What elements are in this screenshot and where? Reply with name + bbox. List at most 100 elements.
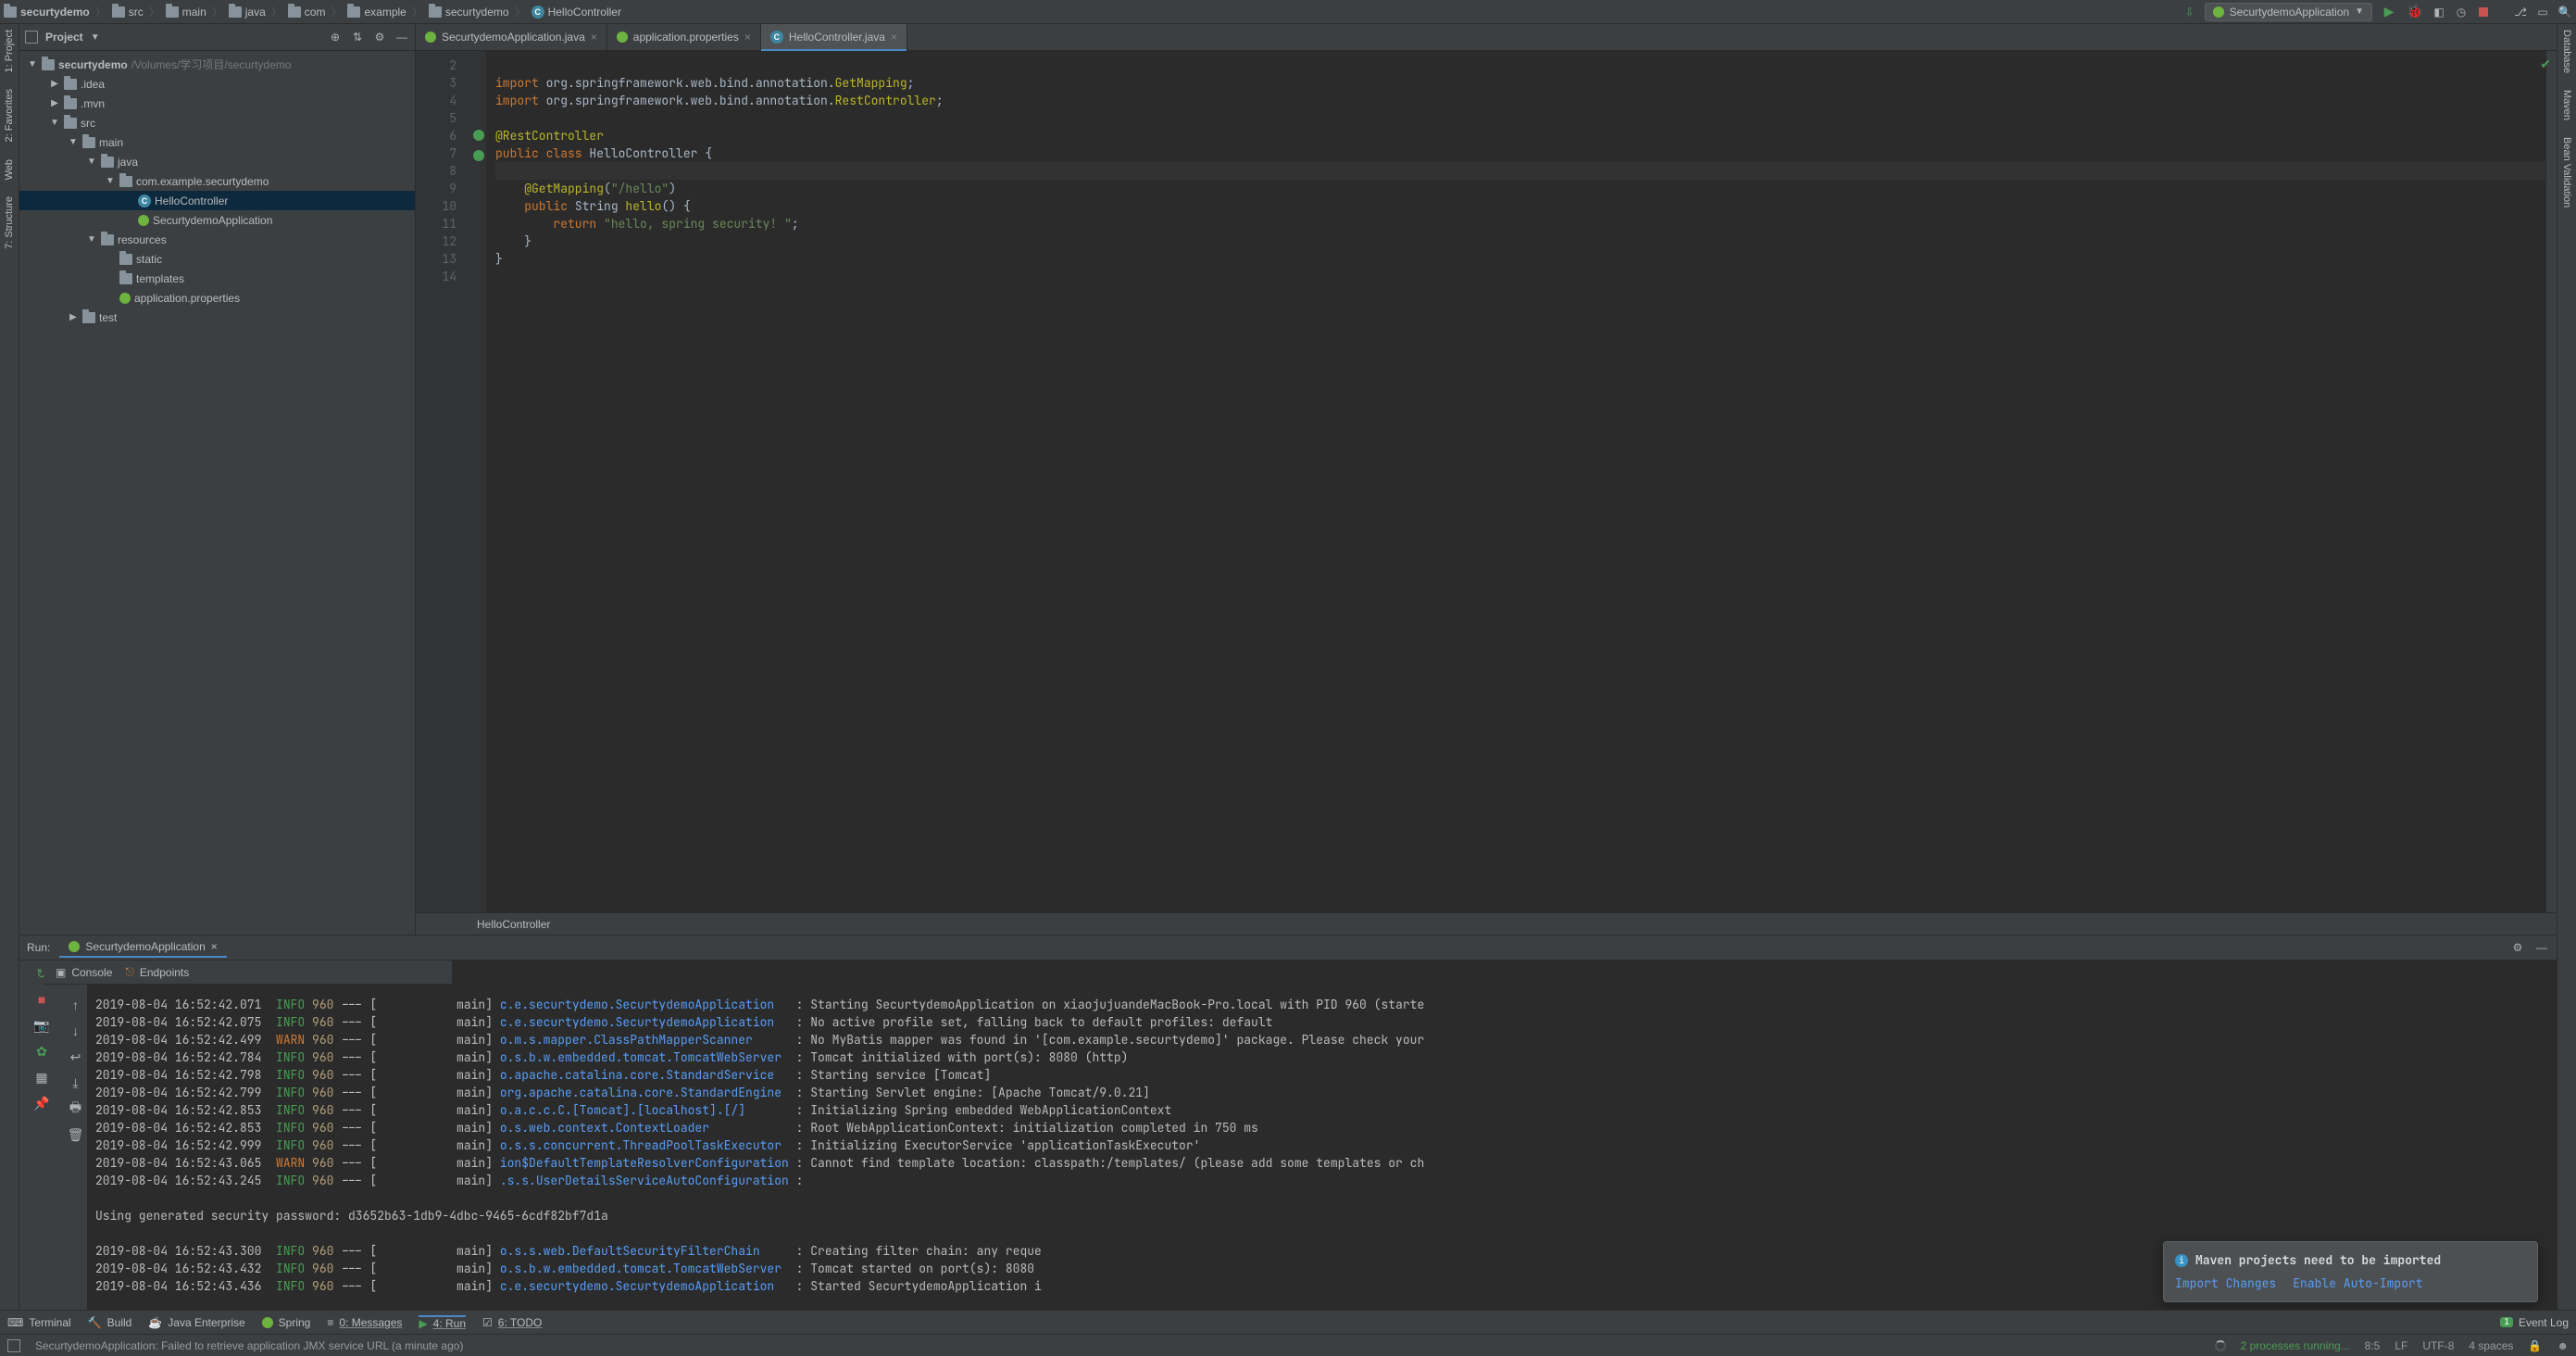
stop-icon[interactable] bbox=[2476, 5, 2491, 19]
up-icon[interactable]: ↑ bbox=[67, 996, 85, 1014]
hide-icon[interactable]: — bbox=[394, 30, 409, 44]
window-icon[interactable]: ▭ bbox=[2535, 5, 2550, 19]
hector-icon[interactable]: ☻ bbox=[2557, 1339, 2569, 1352]
run-tool-button[interactable]: ▶4: Run bbox=[419, 1315, 466, 1330]
close-icon[interactable]: × bbox=[891, 31, 897, 44]
close-icon[interactable]: × bbox=[211, 940, 218, 953]
caret-position[interactable]: 8:5 bbox=[2365, 1339, 2381, 1352]
tool-strip-button[interactable]: Database bbox=[2561, 30, 2572, 73]
breadcrumb-item[interactable]: CHelloController bbox=[531, 6, 621, 19]
tree-row[interactable]: C HelloController bbox=[19, 191, 415, 210]
line-separator[interactable]: LF bbox=[2395, 1339, 2407, 1352]
locate-icon[interactable]: ⊕ bbox=[328, 30, 343, 44]
tree-row[interactable]: SecurtydemoApplication bbox=[19, 210, 415, 230]
print-icon[interactable]: 🖶 bbox=[67, 1099, 85, 1118]
todo-tool-button[interactable]: ☑6: TODO bbox=[482, 1316, 542, 1329]
breadcrumb[interactable]: securtydemo〉src〉main〉java〉com〉example〉se… bbox=[4, 4, 2182, 19]
run-config-combo[interactable]: SecurtydemoApplication ▼ bbox=[2205, 3, 2372, 21]
editor-tab[interactable]: SecurtydemoApplication.java× bbox=[416, 24, 607, 50]
tool-strip-button[interactable]: Maven bbox=[2561, 90, 2572, 120]
run-icon[interactable]: ▶ bbox=[2380, 3, 2398, 21]
tree-row[interactable]: templates bbox=[19, 269, 415, 288]
tool-strip-button[interactable]: 1: Project bbox=[4, 30, 15, 72]
tree-row[interactable]: ▼ src bbox=[19, 113, 415, 132]
javaee-tool-button[interactable]: ☕Java Enterprise bbox=[148, 1316, 244, 1329]
tree-arrow-icon[interactable]: ▶ bbox=[49, 98, 60, 108]
tree-row[interactable]: static bbox=[19, 249, 415, 269]
close-icon[interactable]: × bbox=[744, 31, 751, 44]
tree-row[interactable]: ▶ test bbox=[19, 308, 415, 327]
file-encoding[interactable]: UTF-8 bbox=[2422, 1339, 2454, 1352]
tree-row[interactable]: ▶ .mvn bbox=[19, 94, 415, 113]
tree-arrow-icon[interactable]: ▶ bbox=[68, 312, 79, 322]
tool-strip-button[interactable]: 7: Structure bbox=[4, 196, 15, 249]
tree-arrow-icon[interactable]: ▼ bbox=[68, 137, 79, 147]
project-title[interactable]: Project ▼ bbox=[45, 31, 100, 44]
stop-icon[interactable]: ■ bbox=[32, 990, 51, 1009]
tool-windows-icon[interactable] bbox=[7, 1339, 20, 1352]
tree-arrow-icon[interactable]: ▼ bbox=[86, 157, 97, 167]
debug-icon[interactable]: 🐞 bbox=[2406, 3, 2424, 21]
gear-icon[interactable]: ⚙ bbox=[372, 30, 387, 44]
run-gutter-icon[interactable] bbox=[473, 130, 484, 141]
tree-row[interactable]: application.properties bbox=[19, 288, 415, 308]
scroll-icon[interactable]: ⤓ bbox=[67, 1074, 85, 1092]
spring-tool-button[interactable]: Spring bbox=[262, 1316, 311, 1329]
close-icon[interactable]: × bbox=[591, 31, 597, 44]
breadcrumb-item[interactable]: securtydemo bbox=[429, 6, 509, 19]
breadcrumb-item[interactable]: src bbox=[112, 6, 144, 19]
run-gutter-icon[interactable] bbox=[473, 150, 484, 161]
lock-icon[interactable]: 🔒 bbox=[2528, 1339, 2542, 1352]
breadcrumb-item[interactable]: java bbox=[229, 6, 266, 19]
code-editor[interactable]: import org.springframework.web.bind.anno… bbox=[486, 51, 2545, 912]
down-icon[interactable]: ↓ bbox=[67, 1022, 85, 1040]
search-icon[interactable]: 🔍 bbox=[2557, 5, 2572, 19]
hide-icon[interactable]: — bbox=[2534, 940, 2549, 955]
tool-strip-button[interactable]: 2: Favorites bbox=[4, 89, 15, 142]
profile-icon[interactable]: ◷ bbox=[2454, 5, 2469, 19]
gear-icon[interactable]: ⚙ bbox=[2510, 940, 2525, 955]
tree-root[interactable]: ▼ securtydemo /Volumes/学习项目/securtydemo bbox=[19, 55, 415, 74]
clear-icon[interactable]: 🗑 bbox=[67, 1125, 85, 1144]
tool-strip-button[interactable]: Web bbox=[4, 159, 15, 180]
breadcrumb-item[interactable]: com bbox=[288, 6, 326, 19]
tree-row[interactable]: ▼ java bbox=[19, 152, 415, 171]
editor-tab[interactable]: CHelloController.java× bbox=[761, 24, 907, 50]
tree-arrow-icon[interactable]: ▼ bbox=[49, 118, 60, 128]
indent-setting[interactable]: 4 spaces bbox=[2469, 1339, 2513, 1352]
layout-icon[interactable]: ▦ bbox=[32, 1068, 51, 1086]
terminal-tool-button[interactable]: ⌨Terminal bbox=[7, 1316, 71, 1329]
breadcrumb-item[interactable]: example bbox=[347, 6, 406, 19]
vcs-icon[interactable]: ⎇ bbox=[2513, 5, 2528, 19]
build-tool-button[interactable]: 🔨Build bbox=[88, 1316, 132, 1329]
pin-icon[interactable]: 📌 bbox=[32, 1094, 51, 1112]
console-output[interactable]: 2019-08-04 16:52:42.071 INFO 960 --- [ m… bbox=[88, 960, 2557, 1310]
collapse-icon[interactable]: ⇅ bbox=[350, 30, 365, 44]
coverage-icon[interactable]: ◧ bbox=[2432, 5, 2446, 19]
tool-strip-button[interactable]: Bean Validation bbox=[2561, 137, 2572, 207]
tree-arrow-icon[interactable]: ▶ bbox=[49, 79, 60, 89]
editor-body[interactable]: 234567891011121314 import org.springfram… bbox=[416, 51, 2557, 912]
tree-row[interactable]: ▼ main bbox=[19, 132, 415, 152]
run-tab[interactable]: SecurtydemoApplication × bbox=[59, 937, 226, 958]
tree-arrow-icon[interactable]: ▼ bbox=[105, 176, 116, 186]
wrap-icon[interactable]: ↩ bbox=[67, 1048, 85, 1066]
tree-arrow-icon[interactable]: ▼ bbox=[86, 234, 97, 245]
actuator-icon[interactable]: ✿ bbox=[32, 1042, 51, 1061]
editor-tab[interactable]: application.properties× bbox=[607, 24, 761, 50]
import-changes-link[interactable]: Import Changes bbox=[2175, 1274, 2276, 1292]
tree-row[interactable]: ▼ resources bbox=[19, 230, 415, 249]
tree-row[interactable]: ▶ .idea bbox=[19, 74, 415, 94]
editor-breadcrumb[interactable]: HelloController bbox=[416, 912, 2557, 935]
messages-tool-button[interactable]: ≡0: Messages bbox=[327, 1316, 402, 1329]
event-log-button[interactable]: 1 Event Log bbox=[2500, 1316, 2569, 1329]
project-tree[interactable]: ▼ securtydemo /Volumes/学习项目/securtydemo … bbox=[19, 51, 415, 935]
tree-row[interactable]: ▼ com.example.securtydemo bbox=[19, 171, 415, 191]
enable-auto-import-link[interactable]: Enable Auto-Import bbox=[2293, 1274, 2422, 1292]
breadcrumb-item[interactable]: main bbox=[166, 6, 206, 19]
folder-icon bbox=[119, 176, 132, 187]
processes-link[interactable]: 2 processes running... bbox=[2241, 1339, 2350, 1352]
camera-icon[interactable]: 📷 bbox=[32, 1016, 51, 1035]
breadcrumb-item[interactable]: securtydemo bbox=[4, 6, 90, 19]
build-icon[interactable]: ⇩ bbox=[2182, 5, 2197, 19]
